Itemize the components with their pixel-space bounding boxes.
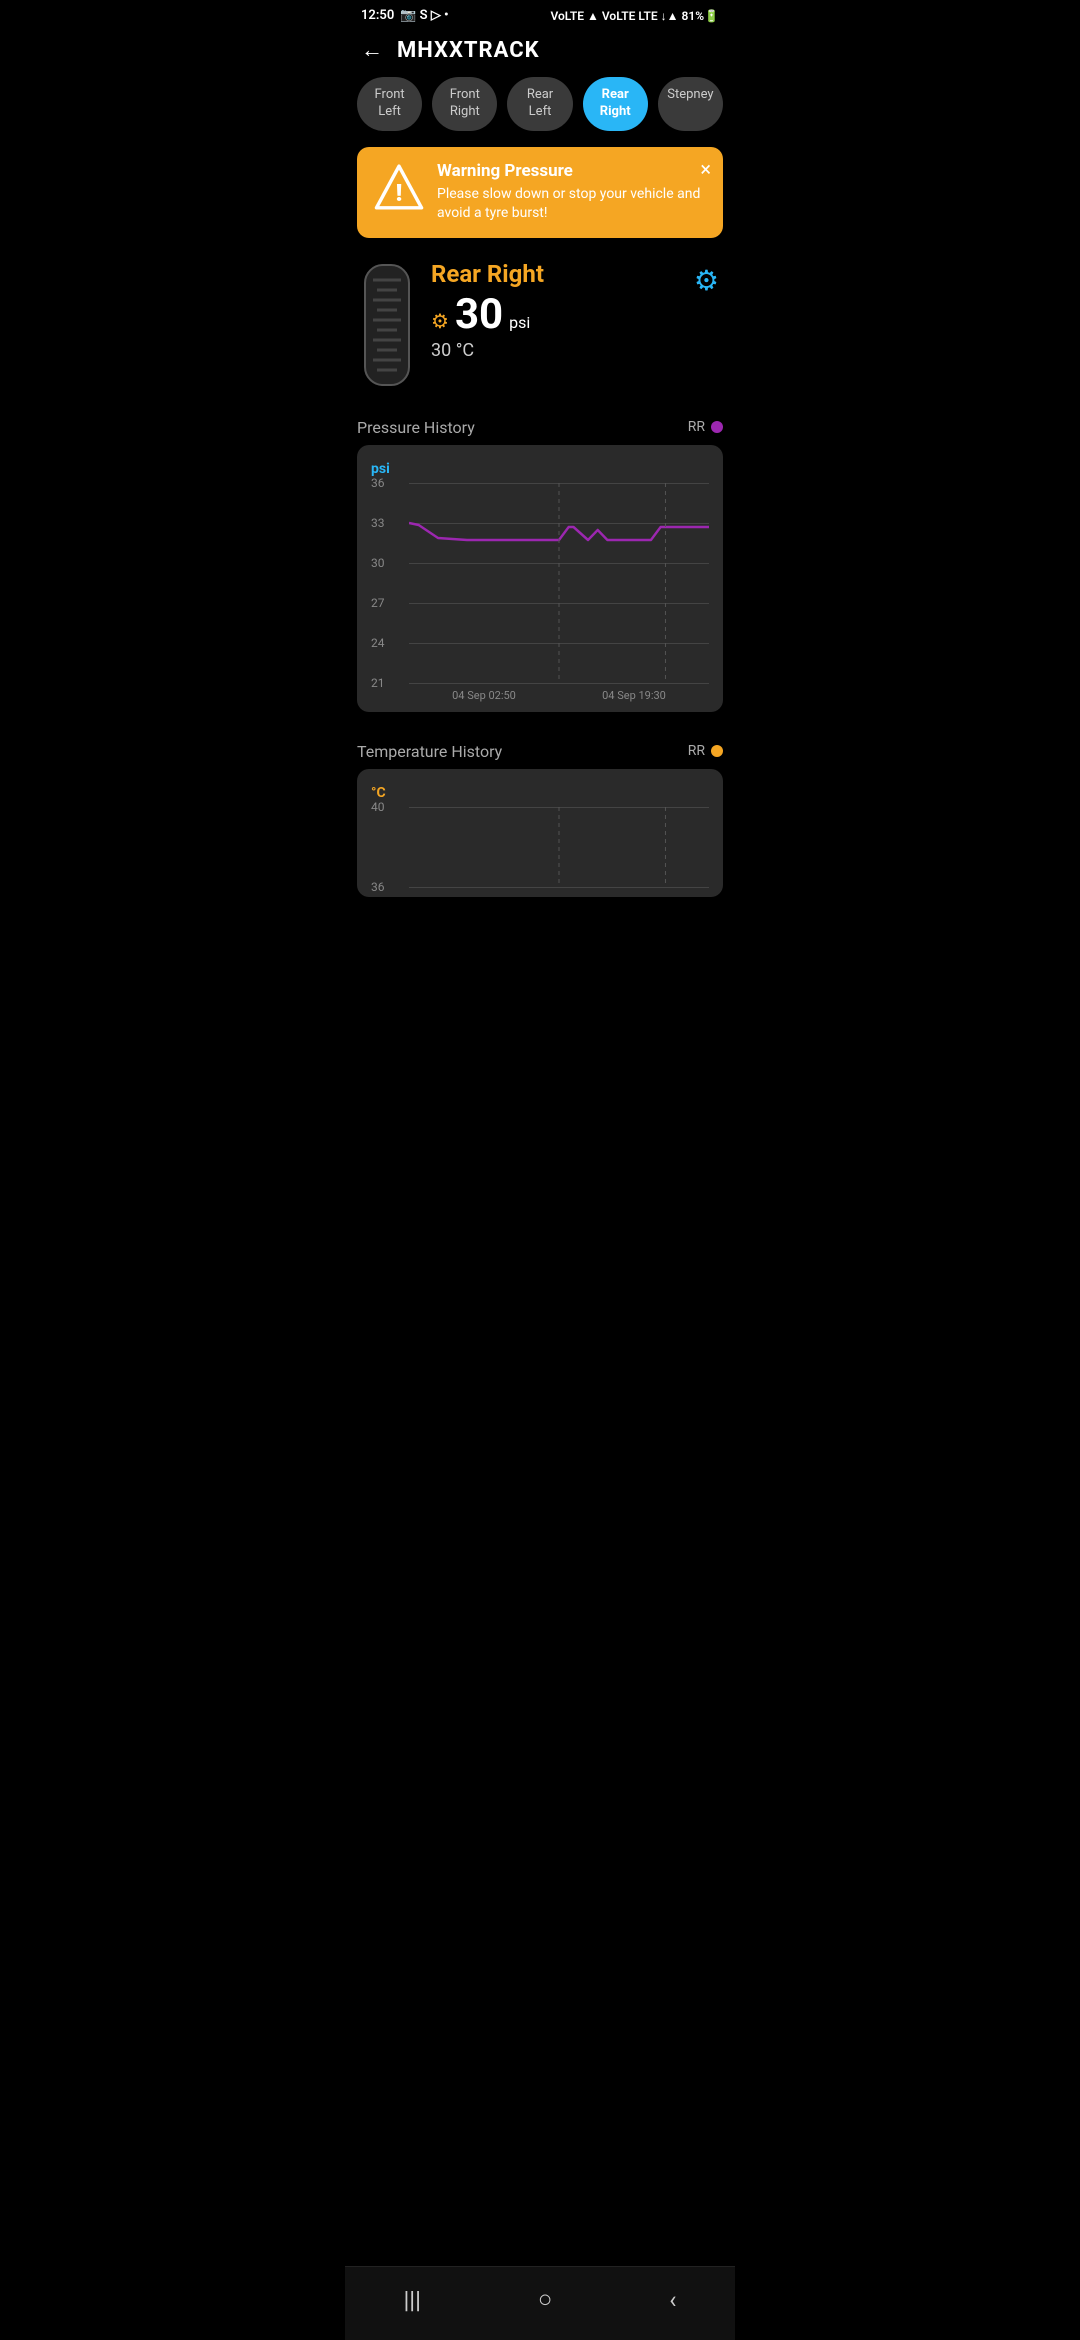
y-label-21: 21 (371, 676, 385, 690)
nav-bar: ||| ○ ‹ (345, 2266, 735, 2340)
y-label-36: 36 (371, 476, 385, 490)
temperature-history-legend: RR (688, 743, 723, 759)
tire-name: Rear Right (431, 260, 676, 288)
warning-icon: ! (373, 161, 425, 213)
svg-text:!: ! (396, 178, 403, 207)
tire-details: Rear Right ⚙ 30 psi 30 °C (431, 260, 676, 361)
pressure-chart-svg (409, 483, 709, 683)
temp-grid-36 (409, 887, 709, 888)
settings-gear-button[interactable]: ⚙ (690, 260, 723, 301)
y-label-24: 24 (371, 636, 385, 650)
pressure-chart-container: psi 36 33 30 27 24 21 (357, 445, 723, 712)
warning-close-button[interactable]: × (700, 157, 711, 181)
temperature-legend-dot (711, 745, 723, 757)
pressure-unit: psi (509, 313, 530, 332)
status-left: 12:50 📷 S ▷ • (361, 8, 449, 23)
pressure-value: 30 (455, 294, 503, 336)
pressure-history-legend: RR (688, 419, 723, 435)
warning-body: Please slow down or stop your vehicle an… (437, 185, 707, 224)
tire-graphic (357, 260, 417, 394)
temperature-chart-area: 40 36 (371, 807, 709, 887)
signal-icons: VoLTE ▲ VoLTE LTE ↓▲ 81%🔋 (550, 9, 719, 23)
temp-y-label-40: 40 (371, 800, 385, 814)
y-label-30: 30 (371, 556, 385, 570)
temperature-axis-label: °C (371, 785, 709, 801)
app-title: MHXXTRACK (397, 38, 540, 63)
tab-front-left[interactable]: FrontLeft (357, 77, 422, 131)
y-label-27: 27 (371, 596, 385, 610)
temperature-history-label: Temperature History (357, 742, 502, 761)
tab-front-right[interactable]: FrontRight (432, 77, 497, 131)
pressure-axis-label: psi (371, 461, 709, 477)
tab-rear-left[interactable]: RearLeft (507, 77, 572, 131)
tire-pressure-row: ⚙ 30 psi (431, 294, 676, 336)
pressure-history-label: Pressure History (357, 418, 475, 437)
temperature-chart-container: °C 40 36 (357, 769, 723, 897)
status-bar: 12:50 📷 S ▷ • VoLTE ▲ VoLTE LTE ↓▲ 81%🔋 (345, 0, 735, 27)
tab-stepney[interactable]: Stepney (658, 77, 723, 131)
warning-title: Warning Pressure (437, 161, 707, 181)
tab-row: FrontLeft FrontRight RearLeft RearRight … (345, 77, 735, 147)
temperature-chart-svg (409, 807, 709, 887)
recent-apps-button[interactable]: ||| (383, 2280, 441, 2320)
tab-rear-right[interactable]: RearRight (583, 77, 648, 131)
temperature-history-header: Temperature History RR (345, 728, 735, 769)
x-label-2: 04 Sep 19:30 (602, 689, 666, 702)
app-header: ← MHXXTRACK (345, 27, 735, 77)
status-icons: 📷 S ▷ • (400, 8, 448, 23)
pressure-legend-dot (711, 421, 723, 433)
grid-line-21 (409, 683, 709, 684)
y-label-33: 33 (371, 516, 385, 530)
temp-y-label-36: 36 (371, 880, 385, 894)
pressure-chart-area: 36 33 30 27 24 21 (371, 483, 709, 683)
status-right: VoLTE ▲ VoLTE LTE ↓▲ 81%🔋 (550, 9, 719, 23)
pressure-legend-text: RR (688, 419, 705, 435)
pressure-icon: ⚙ (431, 309, 449, 333)
pressure-x-labels: 04 Sep 02:50 04 Sep 19:30 (371, 683, 709, 702)
warning-banner: ! Warning Pressure Please slow down or s… (357, 147, 723, 238)
warning-text-block: Warning Pressure Please slow down or sto… (437, 161, 707, 224)
temperature-legend-text: RR (688, 743, 705, 759)
back-nav-button[interactable]: ‹ (649, 2280, 696, 2320)
back-button[interactable]: ← (361, 37, 383, 63)
home-button[interactable]: ○ (518, 2279, 573, 2320)
tire-temperature: 30 °C (431, 340, 676, 361)
pressure-history-header: Pressure History RR (345, 404, 735, 445)
time: 12:50 (361, 8, 394, 23)
x-label-1: 04 Sep 02:50 (452, 689, 516, 702)
